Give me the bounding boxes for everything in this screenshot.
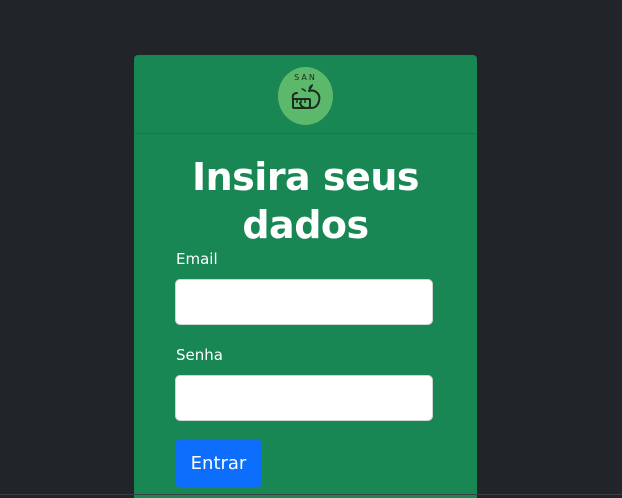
page-title: Insira seus dados — [191, 155, 420, 247]
login-card: SAN Insira seus dados Email Senha Entrar — [134, 55, 477, 498]
logo-text: SAN — [294, 73, 317, 82]
page-divider — [0, 494, 622, 495]
submit-button[interactable]: Entrar — [175, 439, 262, 487]
password-field[interactable] — [175, 375, 433, 421]
logo: SAN — [278, 67, 333, 125]
page: SAN Insira seus dados Email Senha Entrar — [0, 0, 622, 498]
email-field[interactable] — [175, 279, 433, 325]
email-label: Email — [176, 250, 218, 268]
apple-measuring-tape-icon — [291, 84, 321, 109]
card-header: SAN — [134, 55, 477, 134]
password-label: Senha — [176, 346, 223, 364]
